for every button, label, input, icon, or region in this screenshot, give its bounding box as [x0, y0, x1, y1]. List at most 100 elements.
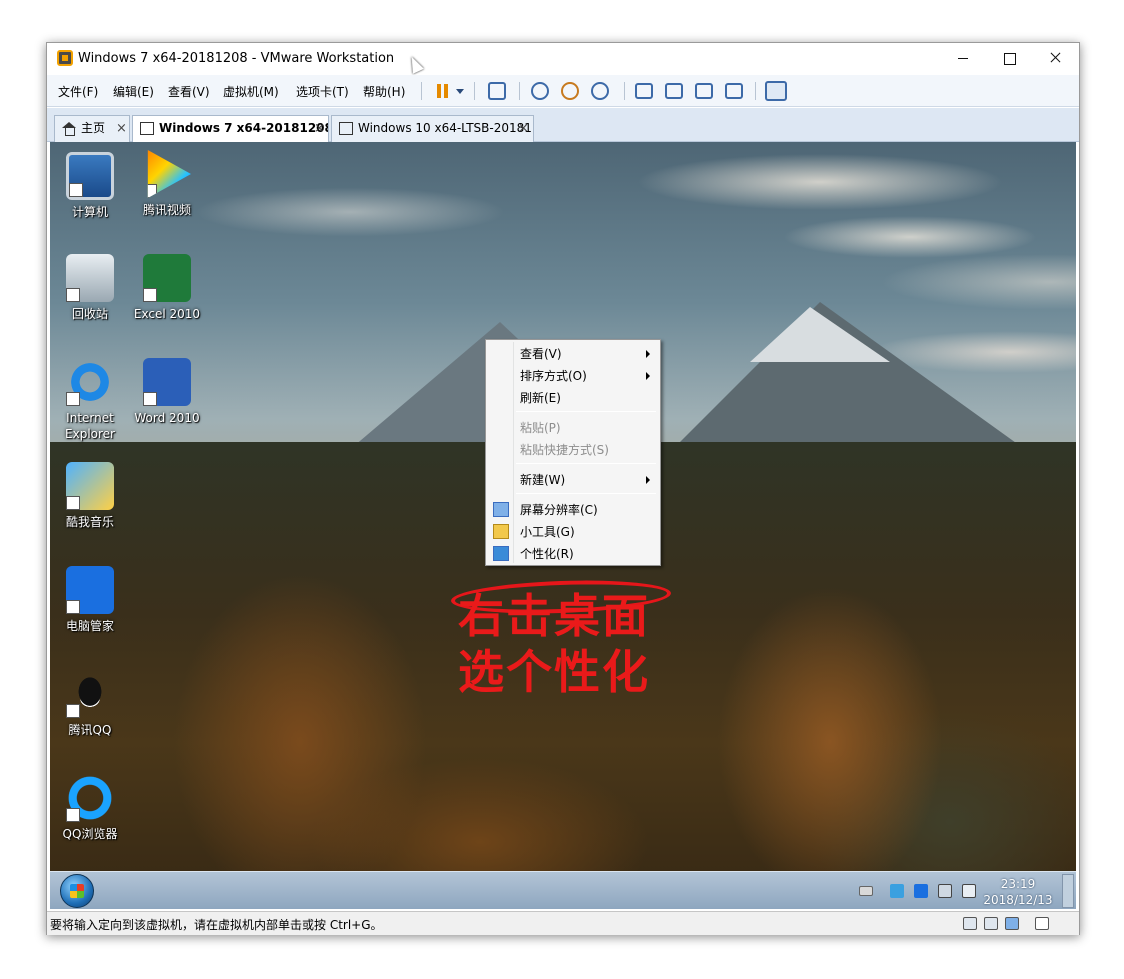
hard-disk-icon[interactable]: [963, 917, 977, 930]
computer-icon: [66, 152, 114, 200]
context-menu-separator: [516, 493, 656, 494]
word-icon: [143, 358, 191, 406]
tab-windows-7[interactable]: Windows 7 x64-20181208 ×: [132, 115, 329, 143]
desktop-icon-label: 电脑管家: [65, 619, 114, 633]
tab-home[interactable]: 主页 ×: [54, 115, 130, 142]
network-adapter-icon[interactable]: [984, 917, 998, 930]
tab-close-icon[interactable]: ×: [518, 116, 529, 141]
context-menu-label: 排序方式(O): [520, 369, 587, 383]
volume-muted-icon[interactable]: [962, 884, 976, 898]
submenu-arrow-icon: [646, 350, 650, 358]
ie-icon: [66, 358, 114, 406]
context-menu-separator: [516, 463, 656, 464]
context-menu-separator: [516, 411, 656, 412]
message-icon[interactable]: [1035, 917, 1049, 930]
context-menu-gadgets[interactable]: 小工具(G): [488, 521, 658, 543]
context-menu-refresh[interactable]: 刷新(E): [488, 387, 658, 409]
desktop-icon-excel[interactable]: Excel 2010: [128, 254, 206, 322]
close-window-button[interactable]: [1032, 43, 1078, 73]
tab-close-icon[interactable]: ×: [116, 116, 127, 141]
desktop-icon-recycle-bin[interactable]: 回收站: [51, 254, 129, 322]
desktop-icon-label: 酷我音乐: [65, 515, 114, 529]
desktop-icon-label: Word 2010: [134, 411, 200, 425]
vm-icon: [140, 122, 154, 135]
unity-icon[interactable]: [725, 83, 743, 99]
desktop-icon-kuwo-music[interactable]: 酷我音乐: [51, 462, 129, 530]
tencent-video-icon: [147, 150, 191, 198]
context-menu-label: 屏幕分辨率(C): [520, 503, 598, 517]
desktop-icon-pc-manager[interactable]: 电脑管家: [51, 566, 129, 634]
desktop-icon-computer[interactable]: 计算机: [51, 152, 129, 220]
desktop-icon-word[interactable]: Word 2010: [128, 358, 206, 426]
toolbar-separator: [755, 82, 756, 100]
desktop-icon-label: 腾讯视频: [142, 203, 191, 217]
fullscreen-icon[interactable]: [695, 83, 713, 99]
menu-toolbar-bar: 文件(F) 编辑(E) 查看(V) 虚拟机(M) 选项卡(T) 帮助(H): [47, 75, 1079, 107]
send-keys-icon[interactable]: [488, 82, 506, 100]
thumbnail-icon[interactable]: [765, 81, 787, 101]
context-menu-personalize[interactable]: 个性化(R): [488, 543, 658, 565]
desktop-icon-qq[interactable]: 腾讯QQ: [51, 670, 129, 738]
recycle-bin-icon: [66, 254, 114, 302]
network-icon[interactable]: [938, 884, 952, 898]
menu-edit[interactable]: 编辑(E): [113, 83, 154, 100]
toolbar-separator: [421, 82, 422, 100]
clock-time: 23:19: [1000, 877, 1036, 891]
start-button[interactable]: [60, 874, 94, 908]
status-bar: 要将输入定向到该虚拟机，请在虚拟机内部单击或按 Ctrl+G。: [47, 911, 1079, 935]
revert-snapshot-icon[interactable]: [561, 82, 579, 100]
maximize-button[interactable]: [986, 43, 1032, 73]
menu-tabs[interactable]: 选项卡(T): [296, 83, 349, 100]
tab-windows-10[interactable]: Windows 10 x64-LTSB-20181... ×: [331, 115, 534, 142]
tab-close-icon[interactable]: ×: [314, 116, 325, 141]
taskbar-clock[interactable]: 23:19 2018/12/13: [983, 876, 1053, 908]
desktop-icon-tencent-video[interactable]: 腾讯视频: [128, 150, 206, 218]
desktop-icon-label: 腾讯QQ: [68, 723, 112, 737]
desktop-icon-internet-explorer[interactable]: Internet Explorer: [51, 358, 129, 442]
toolbar-separator: [519, 82, 520, 100]
context-menu-view[interactable]: 查看(V): [488, 343, 658, 365]
minimize-button[interactable]: [940, 43, 986, 73]
menu-help[interactable]: 帮助(H): [363, 83, 405, 100]
tab-label: Windows 7 x64-20181208: [159, 121, 329, 135]
wallpaper-snowcap: [750, 307, 890, 362]
context-menu-label: 新建(W): [520, 473, 566, 487]
dropdown-arrow-icon[interactable]: [456, 89, 464, 94]
vm-icon: [339, 122, 353, 135]
library-view-icon[interactable]: [635, 83, 653, 99]
context-menu-label: 粘贴(P): [520, 421, 561, 435]
home-icon: [62, 122, 76, 136]
window-title: Windows 7 x64-20181208 - VMware Workstat…: [78, 51, 395, 66]
context-menu-label: 刷新(E): [520, 391, 561, 405]
desktop-icon-label: QQ浏览器: [62, 827, 118, 841]
gadgets-icon: [493, 524, 509, 539]
annotation-text: 右击桌面 选个性化: [458, 588, 650, 700]
pc-manager-tray-icon[interactable]: [914, 884, 928, 898]
console-view-icon[interactable]: [665, 83, 683, 99]
menu-vm[interactable]: 虚拟机(M): [223, 83, 279, 100]
context-menu-label: 粘贴快捷方式(S): [520, 443, 609, 457]
context-menu-screen-resolution[interactable]: 屏幕分辨率(C): [488, 499, 658, 521]
keyboard-icon[interactable]: [859, 886, 873, 896]
context-menu-new[interactable]: 新建(W): [488, 469, 658, 491]
toolbar-separator: [474, 82, 475, 100]
pause-icon[interactable]: [432, 80, 454, 102]
tab-label: Windows 10 x64-LTSB-20181...: [358, 121, 534, 135]
guest-desktop[interactable]: 计算机 腾讯视频 回收站 Excel 2010 Internet Explore…: [50, 142, 1076, 871]
menu-file[interactable]: 文件(F): [58, 83, 98, 100]
security-shield-icon[interactable]: [890, 884, 904, 898]
snapshot-icon[interactable]: [531, 82, 549, 100]
pc-manager-icon: [66, 566, 114, 614]
context-menu-sort-by[interactable]: 排序方式(O): [488, 365, 658, 387]
desktop-icon-qq-browser[interactable]: QQ浏览器: [51, 774, 129, 842]
submenu-arrow-icon: [646, 476, 650, 484]
menu-view[interactable]: 查看(V): [168, 83, 210, 100]
annotation-line-2: 选个性化: [458, 645, 650, 699]
context-menu-paste-shortcut: 粘贴快捷方式(S): [488, 439, 658, 461]
show-desktop-button[interactable]: [1062, 874, 1074, 908]
display-icon[interactable]: [1005, 917, 1019, 930]
snapshot-manager-icon[interactable]: [591, 82, 609, 100]
status-message: 要将输入定向到该虚拟机，请在虚拟机内部单击或按 Ctrl+G。: [50, 918, 383, 932]
kuwo-music-icon: [66, 462, 114, 510]
title-bar[interactable]: Windows 7 x64-20181208 - VMware Workstat…: [47, 43, 1079, 75]
